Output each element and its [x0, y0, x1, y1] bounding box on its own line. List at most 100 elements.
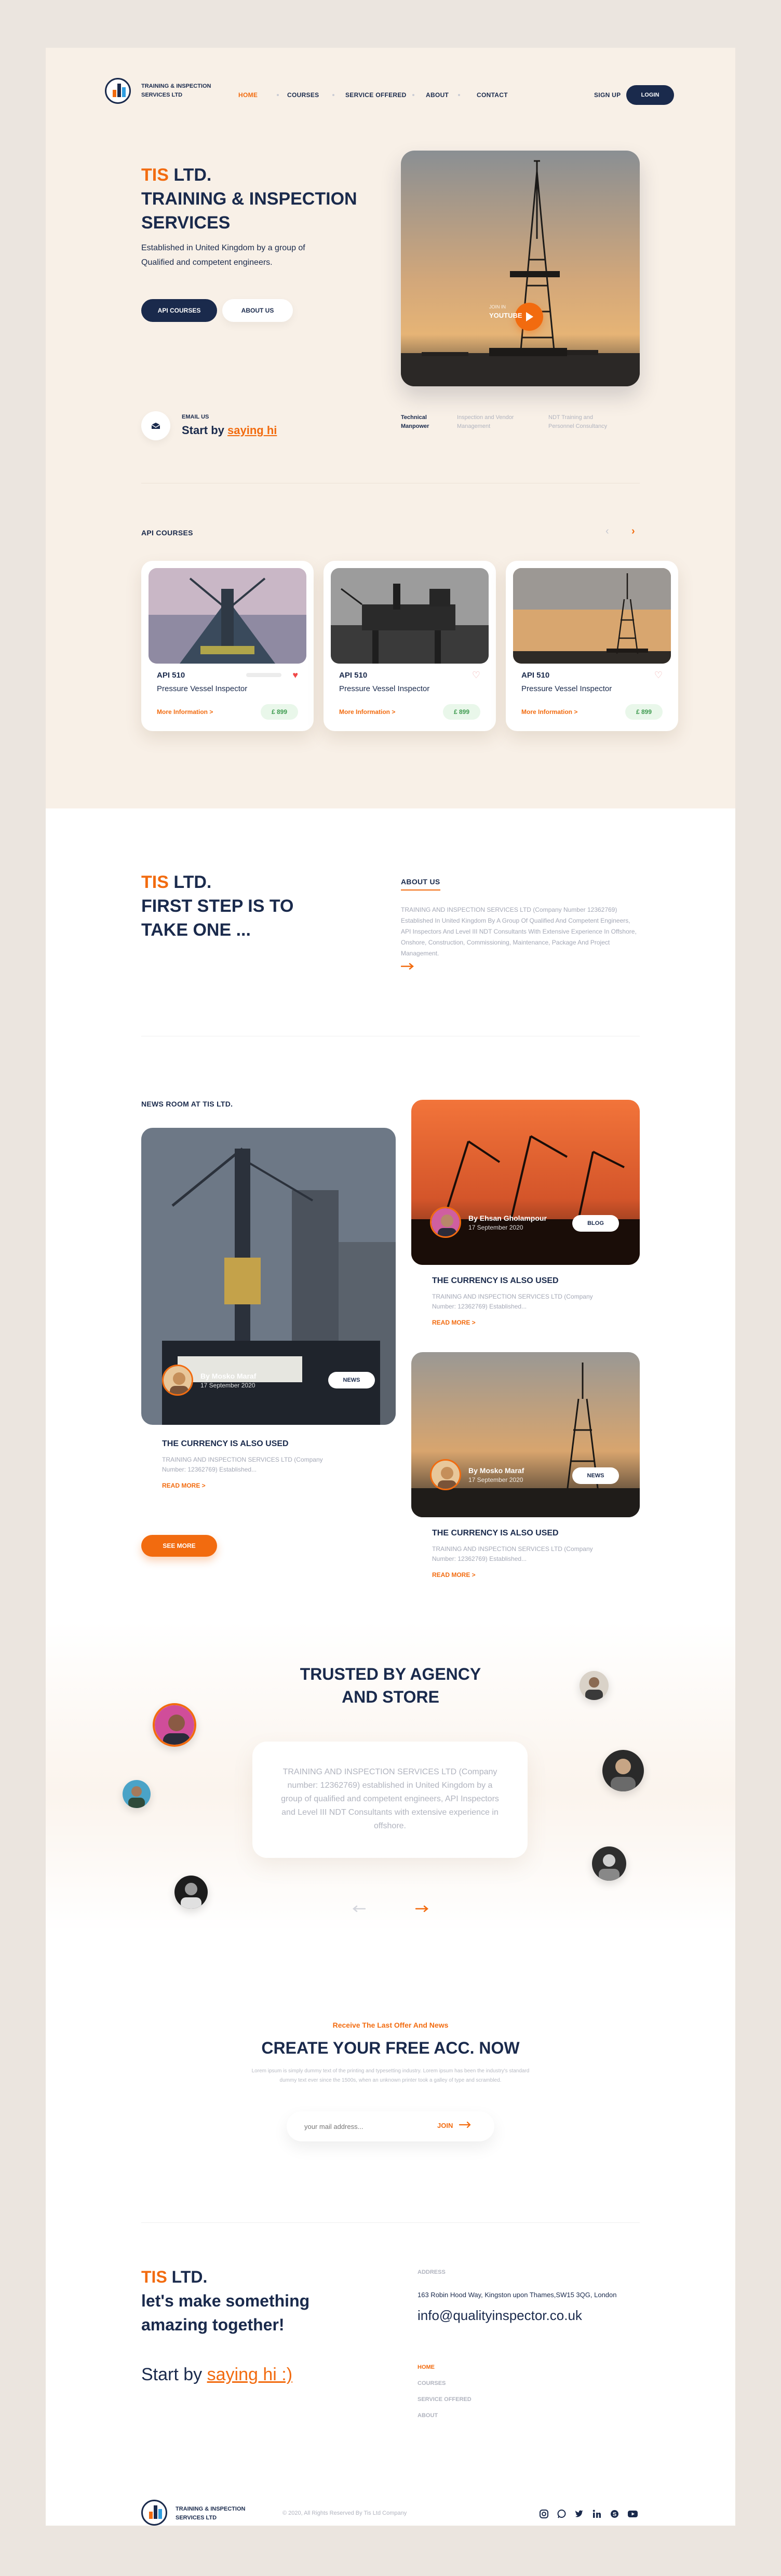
course-title: Pressure Vessel Inspector: [157, 684, 248, 693]
news-image[interactable]: By Ehsan Gholampour 17 September 2020 BL…: [411, 1100, 640, 1265]
avatar: [430, 1459, 461, 1490]
brand-logo[interactable]: [105, 78, 131, 104]
news-title[interactable]: THE CURRENCY IS ALSO USED: [432, 1276, 559, 1286]
email-us-label: EMAIL US: [182, 414, 209, 420]
chevron-right-icon: ›: [631, 525, 635, 537]
hero-tab-ndt[interactable]: NDT Training and Personnel Consultancy: [548, 413, 607, 431]
news-badge[interactable]: BLOG: [572, 1215, 619, 1232]
course-title: Pressure Vessel Inspector: [521, 684, 612, 693]
news-heading: NEWS ROOM AT TIS LTD.: [141, 1100, 233, 1108]
testimonial-prev-button[interactable]: [352, 1905, 366, 1915]
hero-tab-manpower[interactable]: Technical Manpower: [401, 413, 429, 431]
trusted-title: TRUSTED BY AGENCY AND STORE: [300, 1665, 481, 1706]
email-input[interactable]: [304, 2120, 424, 2133]
hero-title-rest: LTD.: [168, 165, 212, 185]
see-more-button[interactable]: SEE MORE: [141, 1535, 217, 1557]
footer-link-service-offered[interactable]: SERVICE OFFERED: [418, 2392, 472, 2408]
brand-name: TRAINING & INSPECTION SERVICES LTD: [141, 82, 211, 100]
chevron-left-icon: ‹: [605, 525, 609, 537]
more-info-link[interactable]: More Information >: [339, 708, 395, 716]
course-code: API 510: [339, 671, 368, 680]
login-button[interactable]: LOGIN: [626, 85, 674, 105]
read-more-link[interactable]: READ MORE >: [162, 1482, 206, 1489]
about-arrow-button[interactable]: [400, 963, 414, 973]
read-more-link[interactable]: READ MORE >: [432, 1319, 476, 1326]
client-avatar[interactable]: [174, 1876, 208, 1909]
client-avatar[interactable]: [153, 1703, 196, 1747]
hero-subtitle: Established in United Kingdom by a group…: [141, 244, 305, 267]
footer-title: TIS LTD. let's make something amazing to…: [141, 2268, 310, 2334]
hero-tab-inspection[interactable]: Inspection and Vendor Management: [457, 413, 514, 431]
course-image: [149, 568, 306, 664]
footer-link-courses[interactable]: COURSES: [418, 2376, 472, 2392]
course-card[interactable]: API 510 ♡ Pressure Vessel Inspector More…: [506, 561, 678, 731]
nav-service-offered[interactable]: SERVICE OFFERED: [345, 91, 407, 99]
news-badge[interactable]: NEWS: [328, 1372, 375, 1388]
newsletter-kicker: Receive The Last Offer And News: [332, 2021, 449, 2029]
news-body: TRAINING AND INSPECTION SERVICES LTD (Co…: [162, 1456, 323, 1473]
client-avatar[interactable]: [592, 1846, 626, 1881]
mail-icon-button[interactable]: [141, 411, 170, 440]
address-label: ADDRESS: [418, 2269, 446, 2275]
client-avatar[interactable]: [602, 1750, 644, 1791]
nav-contact[interactable]: CONTACT: [477, 91, 508, 99]
about-body: TRAINING AND INSPECTION SERVICES LTD (Co…: [401, 906, 637, 957]
heart-icon[interactable]: ♥: [292, 670, 298, 681]
divider: [141, 2222, 640, 2223]
api-courses-button[interactable]: API COURSES: [141, 299, 217, 322]
course-code: API 510: [157, 671, 185, 680]
page-frame: TRAINING & INSPECTION SERVICES LTD HOME …: [46, 48, 735, 2526]
course-price: £ 899: [625, 704, 663, 720]
course-card[interactable]: API 510 ♡ Pressure Vessel Inspector More…: [324, 561, 496, 731]
news-title[interactable]: THE CURRENCY IS ALSO USED: [162, 1439, 289, 1449]
nav-about[interactable]: ABOUT: [426, 91, 449, 99]
twitter-icon[interactable]: [574, 2509, 584, 2522]
nav-courses[interactable]: COURSES: [287, 91, 319, 99]
footer-logo[interactable]: [141, 2500, 167, 2526]
course-image: [331, 568, 489, 664]
newsletter-body: Lorem ipsum is simply dummy text of the …: [251, 2068, 530, 2083]
course-card[interactable]: API 510 ♥ Pressure Vessel Inspector More…: [141, 561, 314, 731]
sign-up-link[interactable]: SIGN UP: [594, 91, 621, 99]
whatsapp-icon[interactable]: [557, 2509, 567, 2522]
youtube-icon[interactable]: [627, 2509, 638, 2522]
about-us-button[interactable]: ABOUT US: [222, 299, 293, 322]
skype-icon[interactable]: S: [610, 2509, 620, 2522]
carousel-prev-button[interactable]: ‹: [605, 525, 609, 537]
course-image: [513, 568, 671, 664]
read-more-link[interactable]: READ MORE >: [432, 1571, 476, 1579]
join-button[interactable]: JOIN: [437, 2121, 472, 2129]
news-image[interactable]: By Mosko Maraf 17 September 2020 NEWS: [141, 1128, 396, 1425]
news-author: By Ehsan Gholampour 17 September 2020: [430, 1207, 547, 1238]
more-info-link[interactable]: More Information >: [521, 708, 577, 716]
client-avatar[interactable]: [580, 1671, 609, 1700]
avatar: [162, 1365, 193, 1396]
course-price: £ 899: [261, 704, 298, 720]
course-code: API 510: [521, 671, 550, 680]
news-image[interactable]: By Mosko Maraf 17 September 2020 NEWS: [411, 1352, 640, 1517]
nav-home[interactable]: HOME: [238, 91, 258, 99]
heart-icon[interactable]: ♡: [472, 670, 480, 681]
brand-name-line2: SERVICES LTD: [141, 92, 183, 98]
footer-link-home[interactable]: HOME: [418, 2359, 472, 2376]
linkedin-icon[interactable]: [592, 2509, 602, 2522]
footer-link-about[interactable]: ABOUT: [418, 2408, 472, 2424]
hero-title-line2: TRAINING & INSPECTION: [141, 189, 357, 209]
say-hi-link[interactable]: saying hi: [227, 424, 277, 437]
hero-image: [401, 151, 640, 386]
instagram-icon[interactable]: [539, 2509, 549, 2522]
news-badge[interactable]: NEWS: [572, 1467, 619, 1484]
carousel-next-button[interactable]: ›: [631, 525, 635, 537]
arrow-right-icon: [400, 963, 414, 970]
api-courses-heading: API COURSES: [141, 529, 193, 537]
heart-icon[interactable]: ♡: [654, 670, 663, 681]
brand-name-line1: TRAINING & INSPECTION: [141, 83, 211, 89]
news-title[interactable]: THE CURRENCY IS ALSO USED: [432, 1529, 559, 1538]
testimonial-next-button[interactable]: [415, 1905, 429, 1915]
email-cta: Start by saying hi: [182, 424, 277, 437]
contact-email[interactable]: info@qualityinspector.co.uk: [418, 2308, 582, 2324]
client-avatar[interactable]: [123, 1780, 151, 1808]
more-info-link[interactable]: More Information >: [157, 708, 213, 716]
about-title: TIS LTD. FIRST STEP IS TO TAKE ONE ...: [141, 872, 294, 940]
footer-say-hi-link[interactable]: saying hi :): [207, 2365, 292, 2384]
